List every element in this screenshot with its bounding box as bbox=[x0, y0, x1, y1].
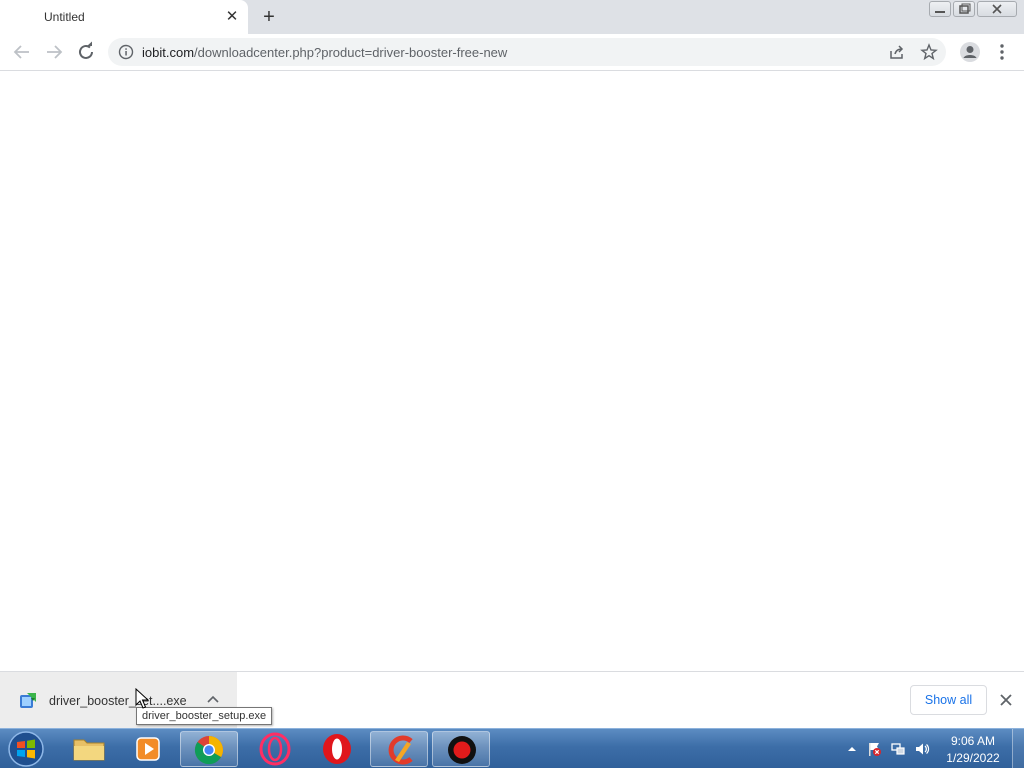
tab-title: Untitled bbox=[44, 10, 85, 24]
volume-icon[interactable] bbox=[914, 741, 930, 757]
media-player-icon bbox=[136, 737, 160, 761]
bookmark-star-icon[interactable] bbox=[920, 43, 938, 61]
url-path: /downloadcenter.php?product=driver-boost… bbox=[194, 45, 508, 60]
browser-toolbar: iobit.com/downloadcenter.php?product=dri… bbox=[0, 34, 1024, 71]
record-icon bbox=[448, 736, 476, 764]
taskbar: 9:06 AM 1/29/2022 bbox=[0, 728, 1024, 769]
address-bar[interactable]: iobit.com/downloadcenter.php?product=dri… bbox=[108, 38, 946, 66]
tab-strip: Untitled ✕ + bbox=[0, 0, 1024, 34]
url-text[interactable]: iobit.com/downloadcenter.php?product=dri… bbox=[142, 45, 507, 60]
taskbar-opera-gx[interactable] bbox=[246, 731, 304, 767]
close-window-icon bbox=[992, 4, 1002, 14]
taskbar-opera[interactable] bbox=[308, 731, 366, 767]
reload-icon[interactable] bbox=[74, 40, 98, 64]
new-tab-icon[interactable]: + bbox=[258, 6, 280, 28]
mouse-cursor-icon bbox=[135, 688, 149, 709]
taskbar-media-player[interactable] bbox=[120, 731, 178, 767]
info-icon[interactable] bbox=[118, 44, 134, 60]
clock-time[interactable]: 9:06 AM bbox=[936, 734, 1010, 748]
profile-avatar-icon[interactable] bbox=[959, 41, 981, 63]
show-all-button[interactable]: Show all bbox=[910, 685, 987, 715]
back-arrow-icon[interactable] bbox=[10, 40, 34, 64]
action-center-flag-icon[interactable] bbox=[866, 741, 882, 757]
opera-icon bbox=[323, 734, 351, 764]
minimize-icon bbox=[935, 11, 945, 13]
taskbar-ccleaner[interactable] bbox=[370, 731, 428, 767]
taskbar-file-explorer[interactable] bbox=[60, 731, 118, 767]
ccleaner-icon bbox=[388, 735, 413, 765]
share-icon[interactable] bbox=[888, 43, 906, 61]
clock-date[interactable]: 1/29/2022 bbox=[936, 751, 1010, 765]
show-desktop-button[interactable] bbox=[1012, 729, 1024, 769]
download-tooltip: driver_booster_setup.exe bbox=[136, 707, 273, 725]
close-window-button[interactable] bbox=[977, 1, 1017, 17]
installer-file-icon bbox=[20, 693, 36, 708]
chrome-icon bbox=[194, 736, 223, 765]
page-content bbox=[0, 72, 1024, 671]
restore-button[interactable] bbox=[953, 1, 975, 17]
tab-close-icon[interactable]: ✕ bbox=[222, 7, 242, 27]
forward-arrow-icon[interactable] bbox=[42, 40, 66, 64]
tab-untitled[interactable]: Untitled ✕ bbox=[0, 0, 248, 34]
url-host: iobit.com bbox=[142, 45, 195, 60]
taskbar-chrome[interactable] bbox=[180, 731, 238, 767]
minimize-button[interactable] bbox=[929, 1, 951, 17]
download-file-name: driver_booster_set....exe bbox=[49, 694, 187, 708]
opera-gx-icon bbox=[259, 732, 291, 766]
folder-icon bbox=[73, 739, 105, 761]
windows-start-icon[interactable] bbox=[6, 731, 46, 767]
tray-overflow-icon[interactable] bbox=[844, 741, 860, 757]
close-download-bar-icon[interactable] bbox=[997, 691, 1015, 709]
taskbar-recorder[interactable] bbox=[432, 731, 490, 767]
more-menu-icon[interactable] bbox=[994, 42, 1010, 62]
network-icon[interactable] bbox=[890, 741, 906, 757]
restore-icon bbox=[959, 3, 971, 14]
